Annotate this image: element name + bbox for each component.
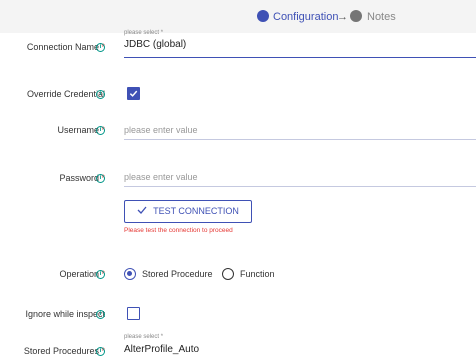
connection-name-select[interactable]: JDBC (global) xyxy=(124,39,186,51)
override-credential-checkbox[interactable] xyxy=(127,87,140,100)
step-label-notes[interactable]: Notes xyxy=(367,10,396,24)
info-icon[interactable]: i xyxy=(96,126,105,135)
stored-procedures-hint: please select * xyxy=(124,334,164,340)
info-icon[interactable]: i xyxy=(96,90,105,99)
username-input[interactable]: please enter value xyxy=(124,124,198,136)
ignore-while-inspect-label: Ignore while inspect xyxy=(25,309,105,319)
stored-procedures-label: Stored Procedures * xyxy=(23,346,105,356)
step-indicator-configuration xyxy=(257,10,269,22)
check-icon xyxy=(137,201,147,222)
password-input[interactable]: please enter value xyxy=(124,171,198,183)
info-icon[interactable]: i xyxy=(96,43,105,52)
step-indicator-notes xyxy=(350,10,362,22)
test-connection-warning: Please test the connection to proceed xyxy=(124,227,233,234)
info-icon[interactable]: i xyxy=(96,270,105,279)
check-icon xyxy=(129,90,138,97)
override-credential-label: Override Credential xyxy=(26,89,105,99)
username-underline xyxy=(124,139,476,140)
connection-name-underline xyxy=(124,57,476,58)
test-connection-label: TEST CONNECTION xyxy=(153,206,239,216)
info-icon[interactable]: i xyxy=(96,310,105,319)
operation-radio-stored-procedure[interactable] xyxy=(124,268,136,280)
operation-option-stored-procedure-label[interactable]: Stored Procedure xyxy=(142,268,213,280)
step-label-configuration[interactable]: Configuration xyxy=(273,10,338,24)
step-arrow: → xyxy=(337,11,348,23)
test-connection-button[interactable]: TEST CONNECTION xyxy=(124,200,252,223)
password-underline xyxy=(124,186,476,187)
info-icon[interactable]: i xyxy=(96,174,105,183)
stored-procedures-select[interactable]: AlterProfile_Auto xyxy=(124,344,199,356)
connection-name-label: Connection Name * xyxy=(26,42,105,52)
connection-name-hint: please select * xyxy=(124,30,164,36)
operation-radio-function[interactable] xyxy=(222,268,234,280)
operation-option-function-label[interactable]: Function xyxy=(240,268,275,280)
stepper-header: Configuration → Notes xyxy=(0,0,476,33)
info-icon[interactable]: i xyxy=(96,347,105,356)
ignore-while-inspect-checkbox[interactable] xyxy=(127,307,140,320)
